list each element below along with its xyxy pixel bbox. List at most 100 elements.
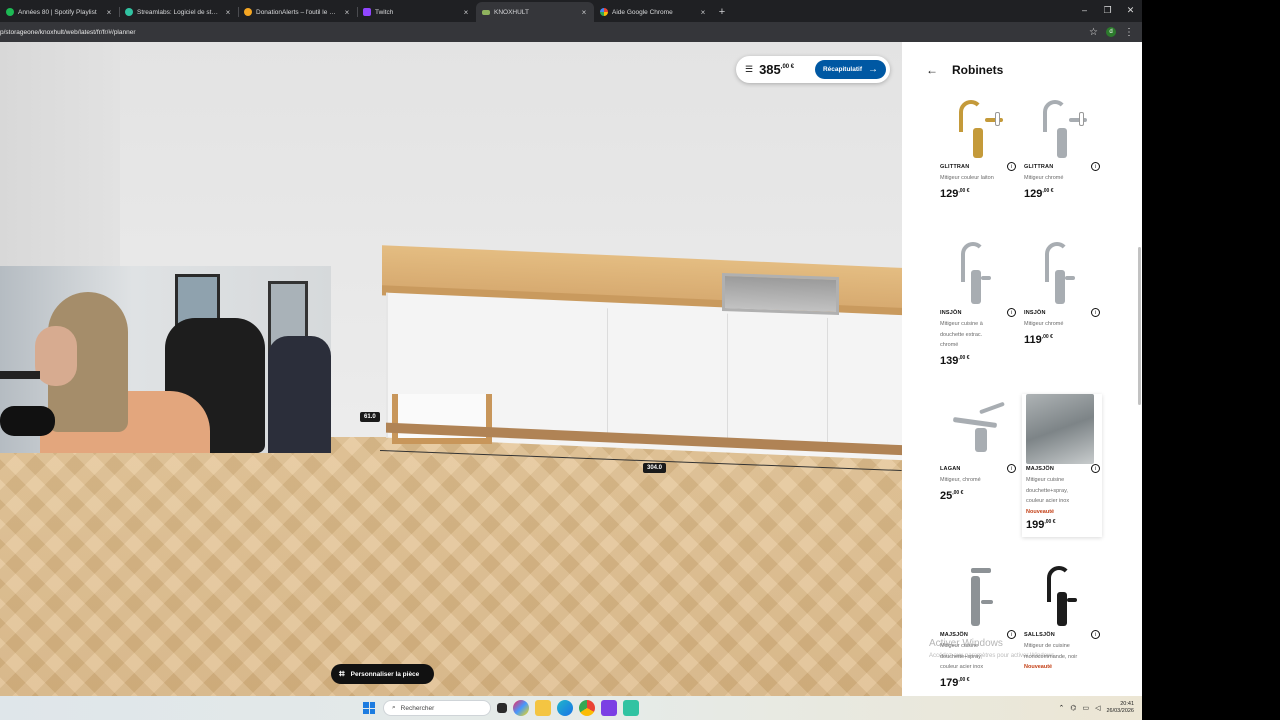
close-tab-icon[interactable]: × (105, 8, 113, 17)
activate-windows-watermark: Activer Windows (929, 638, 1003, 649)
url-input[interactable]: p/storageone/knoxhult/web/latest/fr/fr/#… (0, 29, 1089, 36)
product-card[interactable]: GLITTRAN i Mitigeur chromé 129,00 € (1024, 92, 1102, 200)
file-explorer-icon[interactable] (535, 700, 551, 716)
network-icon[interactable]: ⌬ (1070, 704, 1076, 712)
task-view-icon[interactable] (497, 703, 507, 713)
copilot-icon[interactable] (513, 700, 529, 716)
product-description: Mitigeur cuisine douchette+spray, couleu… (1026, 477, 1070, 504)
clock-time: 20:41 (1120, 701, 1134, 707)
scrollbar-thumb[interactable] (1138, 247, 1141, 405)
extension-icon[interactable]: d (1106, 27, 1116, 37)
browser-tab[interactable]: Streamlabs: Logiciel de streamin × (119, 2, 238, 22)
product-panel: ← Robinets GLITTRAN i Mitigeur couleur la… (902, 42, 1142, 696)
spotify-icon (6, 8, 14, 16)
info-icon[interactable]: i (1091, 308, 1100, 317)
close-tab-icon[interactable]: × (462, 8, 470, 17)
cabinet-door[interactable] (728, 313, 828, 446)
mic-arm (0, 371, 40, 379)
app-icon[interactable] (623, 700, 639, 716)
system-tray: ⌃ ⌬ ▭ ◁ 20:41 26/03/2026 (1058, 696, 1134, 720)
twitch-icon (363, 8, 371, 16)
info-icon[interactable]: i (1007, 308, 1016, 317)
close-tab-icon[interactable]: × (699, 8, 707, 17)
sink[interactable] (722, 272, 839, 316)
maximize-button[interactable]: ❐ (1096, 0, 1119, 20)
browser-tab[interactable]: DonationAlerts – l'outil le plus × (238, 2, 357, 22)
product-name: INSJÖN (1024, 309, 1046, 316)
edge-icon[interactable] (557, 700, 573, 716)
cabinet-door[interactable] (608, 308, 728, 442)
webcam-overlay (0, 266, 331, 453)
close-tab-icon[interactable]: × (343, 8, 351, 17)
minimize-button[interactable]: – (1073, 0, 1096, 20)
product-price: 139,00 € (940, 354, 970, 367)
google-icon (600, 8, 608, 16)
streamlabs-icon (125, 8, 133, 16)
info-icon[interactable]: i (1007, 464, 1016, 473)
back-arrow-icon[interactable]: ← (926, 63, 938, 77)
faucet-image (1024, 560, 1102, 630)
browser-tab[interactable]: Twitch × (357, 2, 476, 22)
product-card[interactable]: LAGAN i Mitigeur, chromé 25,00 € (940, 394, 1018, 502)
new-tab-button[interactable]: + (713, 2, 731, 22)
product-description: Mitigeur couleur laiton (940, 175, 994, 181)
screen: Années 80 | Spotify Playlist × Streamlabs… (0, 0, 1280, 720)
menu-kebab-icon[interactable]: ⋮ (1124, 27, 1134, 38)
taskbar: ⌕ Rechercher ⌃ ⌬ ▭ ◁ 20:41 26/03/2026 (0, 696, 1142, 720)
product-price: 199,00 € (1026, 518, 1056, 531)
price-summary: ☰ 385,00 € Récapitulatif → (736, 56, 890, 83)
close-tab-icon[interactable]: × (580, 8, 588, 17)
taskbar-search[interactable]: ⌕ Rechercher (383, 700, 491, 716)
product-name: GLITTRAN (940, 163, 970, 170)
product-card[interactable]: GLITTRAN i Mitigeur couleur laiton 129,00… (940, 92, 1018, 200)
browser-tab[interactable]: Aide Google Chrome × (594, 2, 713, 22)
battery-icon[interactable]: ▭ (1082, 704, 1089, 712)
browser-tab-active[interactable]: KNOXHULT × (476, 2, 594, 22)
streamlabs-taskbar-icon[interactable] (601, 700, 617, 716)
arrow-right-icon: → (868, 64, 878, 75)
info-icon[interactable]: i (1091, 630, 1100, 639)
product-price: 179,00 € (940, 676, 970, 689)
address-bar: p/storageone/knoxhult/web/latest/fr/fr/#… (0, 22, 1142, 42)
product-card[interactable]: INSJÖN i Mitigeur cuisine à douchette ext… (940, 238, 1018, 367)
clock[interactable]: 20:41 26/03/2026 (1106, 701, 1134, 715)
close-window-button[interactable]: ✕ (1119, 0, 1142, 20)
close-tab-icon[interactable]: × (224, 8, 232, 17)
product-name: GLITTRAN (1024, 163, 1054, 170)
product-description: Mitigeur chromé (1024, 175, 1064, 181)
black-margin (1142, 0, 1280, 720)
tab-title: KNOXHULT (494, 8, 529, 16)
product-name: MAJSJÖN (940, 631, 968, 638)
speaker-icon[interactable]: ◁ (1095, 704, 1100, 712)
tab-title: Streamlabs: Logiciel de streamin (137, 8, 220, 16)
recap-button[interactable]: Récapitulatif → (814, 60, 886, 79)
product-card[interactable]: INSJÖN i Mitigeur chromé 119,00 € (1024, 238, 1102, 346)
browser-tab[interactable]: Années 80 | Spotify Playlist × (0, 2, 119, 22)
customize-room-button[interactable]: ⌗ Personnaliser la pièce (331, 664, 434, 684)
info-icon[interactable]: i (1091, 162, 1100, 171)
windows-start-icon[interactable] (363, 702, 375, 714)
product-price: 119,00 € (1024, 333, 1053, 346)
faucet-image (1024, 92, 1102, 162)
faucet-image (940, 560, 1018, 630)
bookmark-star-icon[interactable]: ☆ (1089, 27, 1098, 38)
product-card-selected[interactable]: MAJSJÖN i Mitigeur cuisine douchette+spra… (1022, 394, 1102, 537)
product-description: Mitigeur chromé (1024, 321, 1064, 327)
info-icon[interactable]: i (1007, 162, 1016, 171)
product-name: LAGAN (940, 465, 961, 472)
list-icon[interactable]: ☰ (745, 64, 753, 75)
faucet-image (940, 394, 1018, 464)
product-description: Mitigeur cuisine à douchette extrac. chr… (940, 321, 983, 348)
cabinet-door[interactable] (496, 303, 608, 437)
activate-windows-subtext: Accédez aux paramètres pour activer Wind… (929, 653, 1057, 659)
browser-tab-bar: Années 80 | Spotify Playlist × Streamlabs… (0, 0, 1142, 22)
chrome-icon[interactable] (579, 700, 595, 716)
product-price: 25,00 € (940, 489, 964, 502)
info-icon[interactable]: i (1007, 630, 1016, 639)
microphone (0, 406, 55, 436)
product-card[interactable]: MAJSJÖN i Mitigeur cuisine douchette+spra… (940, 560, 1018, 689)
info-icon[interactable]: i (1091, 464, 1100, 473)
faucet-image (1024, 238, 1102, 308)
new-badge: Nouveauté (1024, 664, 1053, 670)
chevron-up-icon[interactable]: ⌃ (1058, 704, 1064, 712)
